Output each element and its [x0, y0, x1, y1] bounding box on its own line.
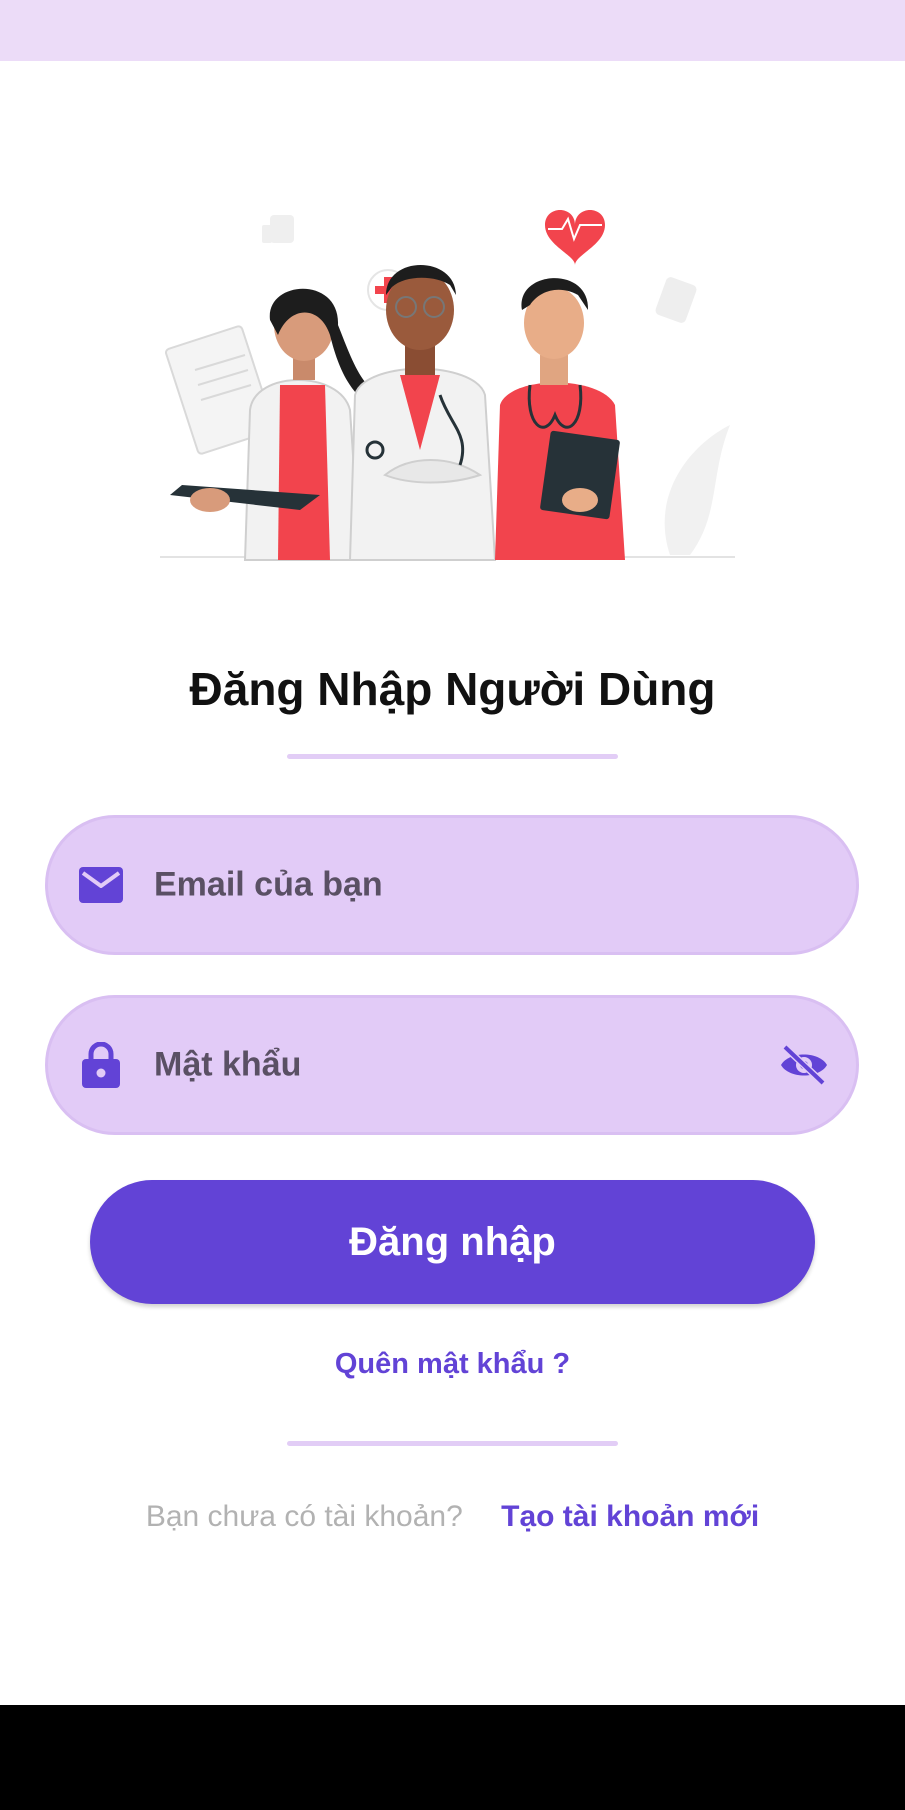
forgot-password-link[interactable]: Quên mật khẩu ? — [0, 1348, 905, 1381]
create-account-link[interactable]: Tạo tài khoản mới — [501, 1500, 759, 1533]
page-title: Đăng Nhập Người Dùng — [189, 663, 716, 715]
password-placeholder: Mật khẩu — [154, 1045, 302, 1084]
signup-row: Bạn chưa có tài khoản? Tạo tài khoản mới — [0, 1500, 905, 1534]
status-bar — [0, 0, 905, 61]
email-placeholder: Email của bạn — [154, 865, 383, 904]
lock-icon — [78, 1042, 124, 1088]
navigation-bar — [0, 1705, 905, 1810]
login-button[interactable]: Đăng nhập — [90, 1180, 815, 1304]
password-field[interactable]: Mật khẩu — [45, 995, 859, 1135]
doctors-illustration — [160, 210, 735, 561]
bottom-divider — [287, 1441, 618, 1446]
email-field[interactable]: Email của bạn — [45, 815, 859, 955]
signup-question: Bạn chưa có tài khoản? — [145, 1500, 463, 1533]
mail-icon — [78, 862, 124, 908]
title-divider — [287, 754, 618, 759]
eye-off-icon[interactable] — [776, 1037, 832, 1093]
